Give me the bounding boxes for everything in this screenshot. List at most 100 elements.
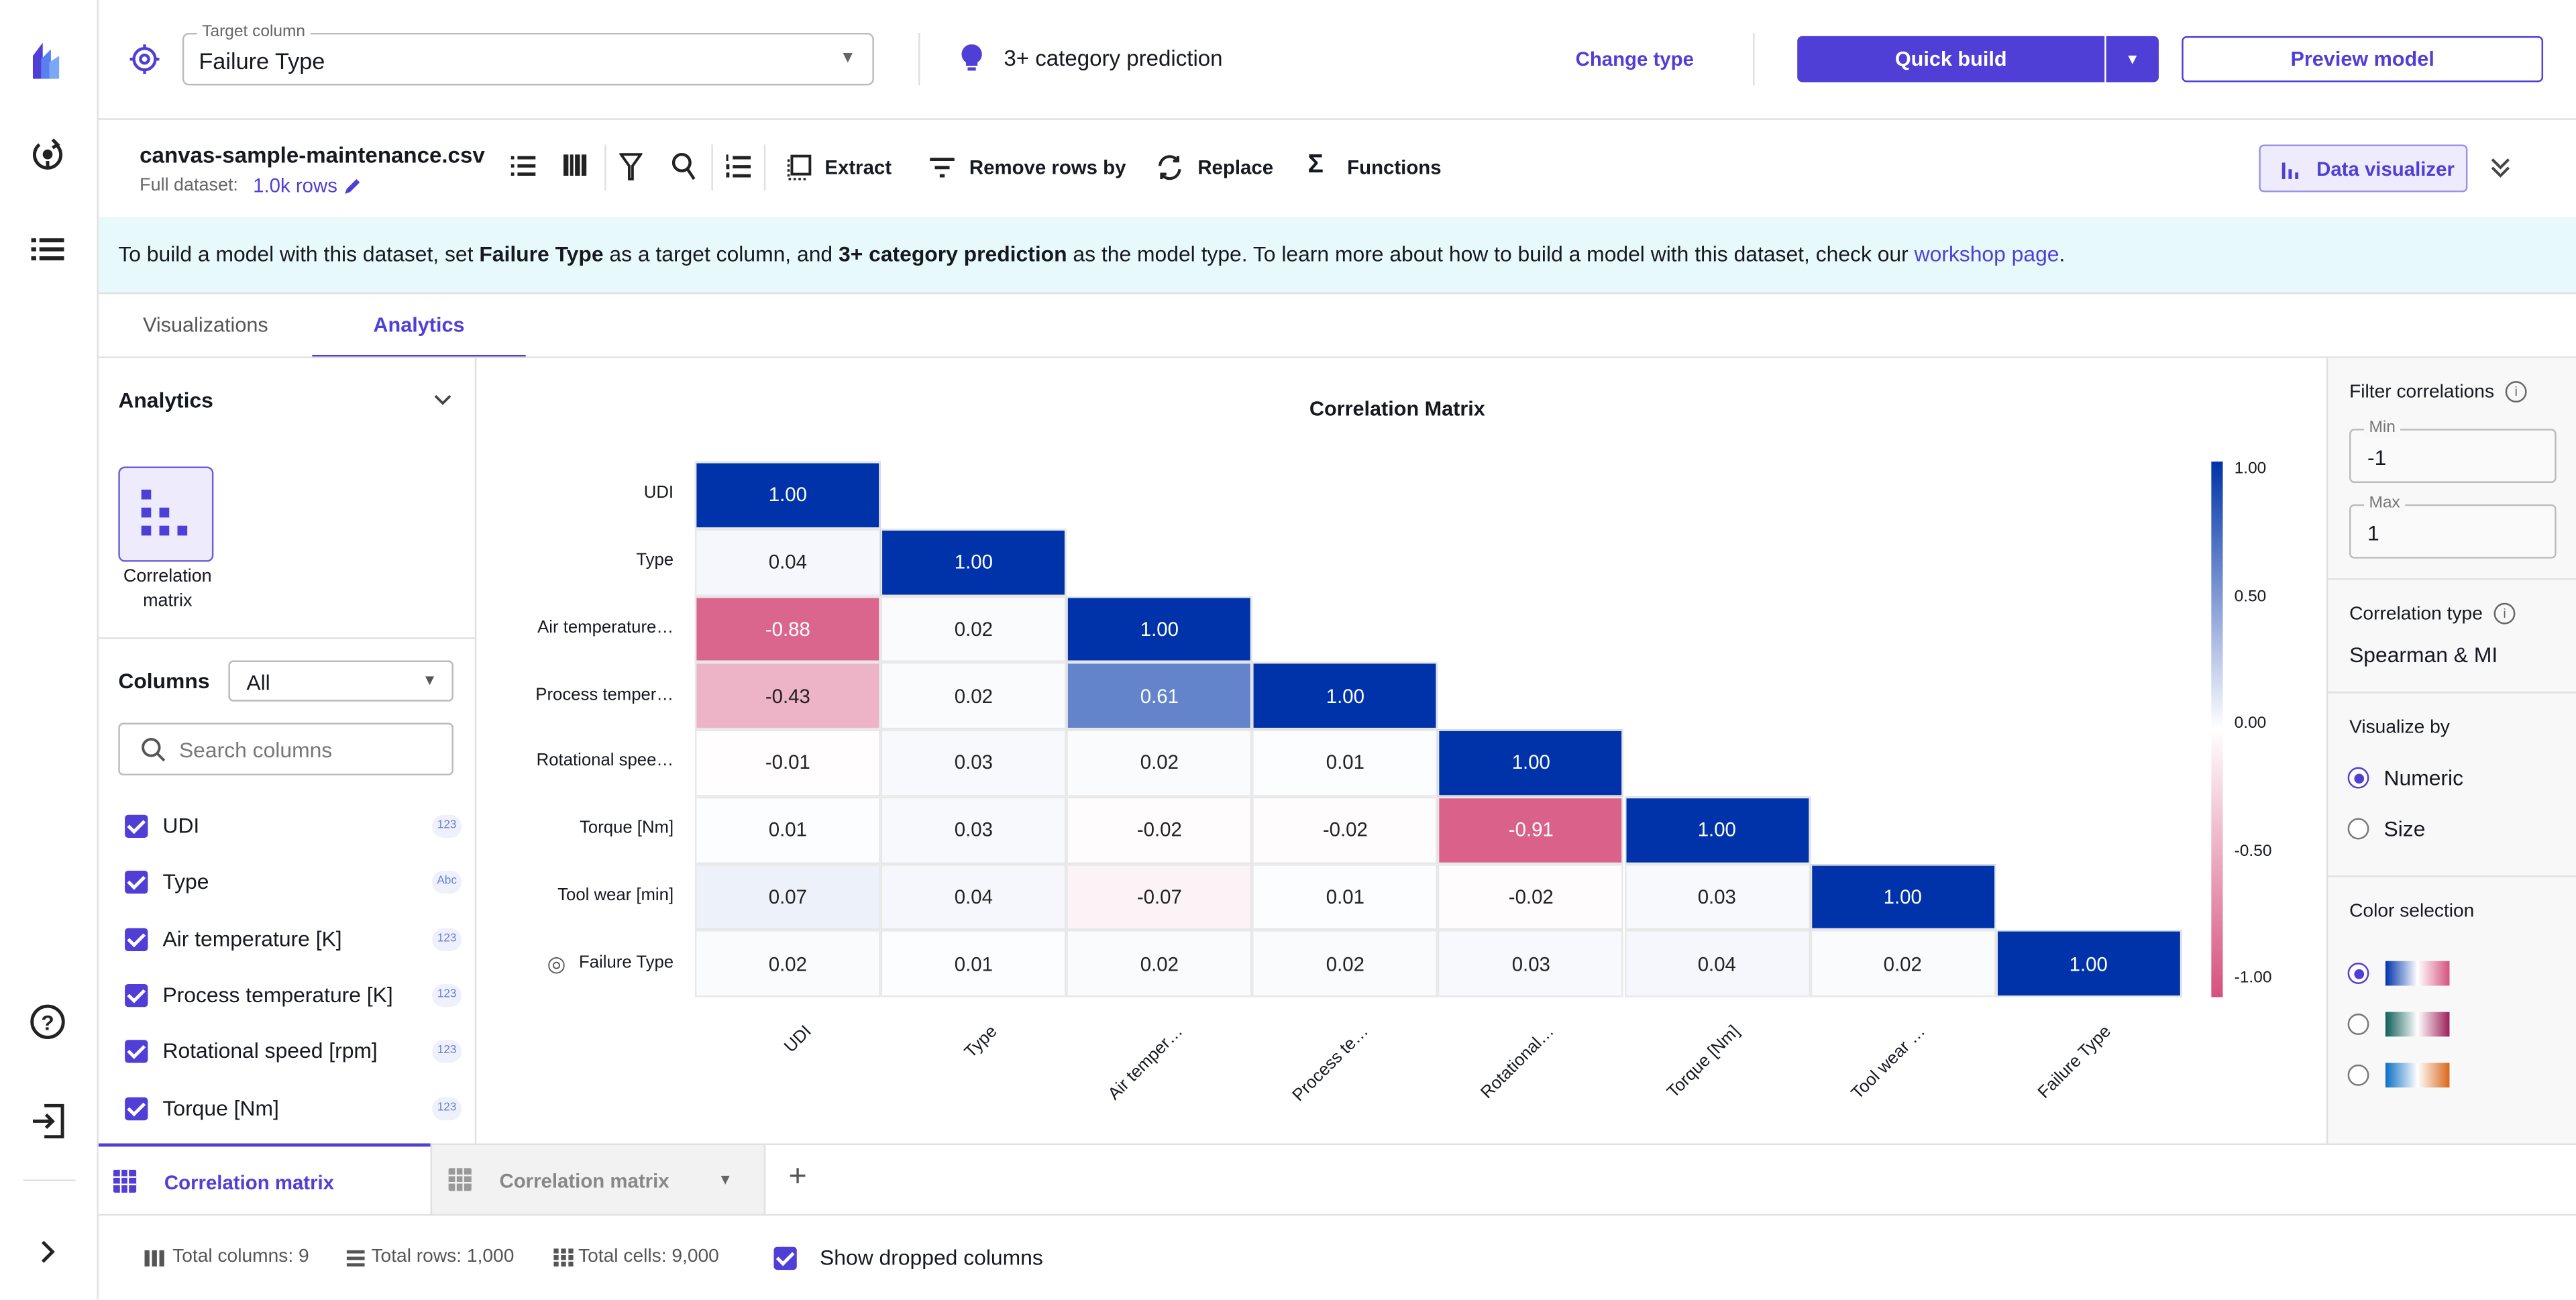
numbered-list-icon[interactable]	[726, 154, 751, 179]
columns-view-icon[interactable]	[564, 154, 587, 176]
filter-icon[interactable]	[619, 153, 643, 181]
column-checkbox[interactable]	[125, 1096, 148, 1120]
caret-down-icon[interactable]: ▼	[718, 1171, 733, 1187]
quick-build-dropdown[interactable]: ▼	[2106, 36, 2159, 83]
add-tab-button[interactable]: +	[789, 1160, 807, 1196]
heatmap-cell[interactable]: -0.88	[694, 595, 881, 663]
heatmap-cell[interactable]: 1.00	[1995, 930, 2182, 997]
remove-rows-icon[interactable]	[930, 158, 955, 178]
heatmap-cell[interactable]: 0.02	[1252, 930, 1438, 997]
datasets-list-icon[interactable]	[31, 238, 64, 261]
help-icon[interactable]: ?	[30, 1004, 66, 1040]
column-checkbox[interactable]	[125, 983, 148, 1007]
heatmap-cell[interactable]: 0.03	[880, 796, 1067, 863]
rows-link[interactable]: 1.0k rows	[253, 174, 337, 197]
sign-out-icon[interactable]	[32, 1103, 66, 1139]
correlation-matrix-card[interactable]	[118, 466, 214, 562]
change-type-button[interactable]: Change type	[1576, 48, 1694, 70]
heatmap-cell[interactable]: 0.02	[880, 662, 1067, 730]
edit-pencil-icon[interactable]	[343, 176, 363, 195]
tab-analytics[interactable]: Analytics	[312, 292, 526, 358]
sigma-icon[interactable]: Σ	[1307, 151, 1324, 180]
replace-icon[interactable]	[1157, 154, 1183, 180]
heatmap-cell[interactable]: 0.07	[694, 863, 881, 930]
heatmap-cell[interactable]: 0.03	[880, 729, 1067, 797]
heatmap-cell[interactable]: 0.61	[1066, 662, 1252, 730]
column-checkbox[interactable]	[125, 871, 148, 894]
color-scheme-swatch[interactable]	[2385, 1012, 2450, 1037]
size-radio[interactable]	[2347, 818, 2369, 840]
bottom-tab-correlation-matrix-2[interactable]: Correlation matrix ▼	[430, 1144, 766, 1216]
data-visualizer-button[interactable]: Data visualizer	[2259, 144, 2468, 193]
model-status-icon[interactable]	[30, 136, 66, 172]
heatmap-cell[interactable]: 0.03	[1438, 930, 1624, 997]
heatmap-cell[interactable]: 1.00	[1438, 729, 1624, 797]
info-icon[interactable]: i	[2493, 602, 2516, 625]
remove-rows-button[interactable]: Remove rows by	[969, 156, 1126, 179]
heatmap-cell[interactable]: 1.00	[1066, 595, 1252, 663]
heatmap-cell[interactable]: 1.00	[1623, 796, 1810, 863]
functions-button[interactable]: Functions	[1347, 156, 1441, 179]
heatmap-cell[interactable]: 0.04	[1623, 930, 1810, 997]
extract-button[interactable]: Extract	[824, 156, 892, 179]
heatmap-cell[interactable]: -0.01	[694, 729, 881, 797]
header-divider	[98, 118, 2576, 120]
heatmap-cell[interactable]: 0.02	[1066, 729, 1252, 797]
color-scheme-radio[interactable]	[2347, 1064, 2369, 1086]
heatmap-cell[interactable]: -0.02	[1066, 796, 1252, 863]
replace-button[interactable]: Replace	[1197, 156, 1273, 179]
color-scheme-swatch[interactable]	[2385, 961, 2450, 986]
heatmap-cell[interactable]: 0.04	[694, 528, 881, 596]
color-scheme-radio[interactable]	[2347, 1014, 2369, 1035]
heatmap-cell[interactable]: 0.04	[880, 863, 1067, 930]
heatmap-cell[interactable]: 0.01	[1252, 863, 1438, 930]
heatmap-cell[interactable]: -0.07	[1066, 863, 1252, 930]
column-checkbox[interactable]	[125, 1040, 148, 1063]
preview-model-button[interactable]: Preview model	[2182, 36, 2544, 83]
heatmap-cell[interactable]: 1.00	[694, 462, 881, 529]
canvas-logo-icon[interactable]	[30, 42, 62, 79]
search-columns-input[interactable]: Search columns	[118, 722, 453, 775]
heatmap-cell[interactable]: 0.01	[694, 796, 881, 863]
heatmap-cell[interactable]: -0.91	[1438, 796, 1624, 863]
heatmap-cell[interactable]: 0.01	[1252, 729, 1438, 797]
heatmap-cell[interactable]: 0.02	[1066, 930, 1252, 997]
chevron-down-icon[interactable]	[434, 394, 452, 408]
columns-filter-select[interactable]: All ▼	[228, 660, 453, 702]
info-icon[interactable]: i	[2505, 381, 2527, 403]
heatmap-cell[interactable]: 0.02	[694, 930, 881, 997]
column-type-badge: 123	[432, 814, 462, 838]
column-checkbox[interactable]	[125, 814, 148, 838]
heatmap-cell[interactable]: 1.00	[880, 528, 1067, 596]
numeric-radio[interactable]	[2347, 767, 2369, 789]
search-icon	[142, 738, 166, 762]
color-selection-title: Color selection	[2349, 902, 2475, 922]
show-dropped-columns-checkbox[interactable]	[773, 1246, 797, 1270]
search-icon[interactable]	[672, 153, 697, 181]
heatmap-cell[interactable]: 0.02	[880, 595, 1067, 663]
chevron-down-icon: ▼	[422, 671, 437, 689]
target-icon	[129, 44, 160, 74]
heatmap-cell[interactable]: 0.02	[1809, 930, 1996, 997]
tab-visualizations[interactable]: Visualizations	[143, 314, 268, 337]
heatmap-cell[interactable]: -0.02	[1438, 863, 1624, 930]
column-checkbox[interactable]	[125, 927, 148, 951]
color-scheme-swatch[interactable]	[2385, 1063, 2450, 1088]
color-scheme-radio[interactable]	[2347, 963, 2369, 984]
heatmap-cell[interactable]: 1.00	[1252, 662, 1438, 730]
workshop-page-link[interactable]: workshop page	[1915, 241, 2059, 266]
heatmap-cell[interactable]: 1.00	[1809, 863, 1996, 930]
max-input[interactable]: Max 1	[2349, 494, 2557, 559]
rows-view-icon[interactable]	[511, 156, 536, 176]
quick-build-button[interactable]: Quick build	[1797, 36, 2105, 83]
bottom-tab-correlation-matrix-1[interactable]: Correlation matrix	[98, 1143, 431, 1216]
heatmap-cell[interactable]: 0.03	[1623, 863, 1810, 930]
min-input[interactable]: Min -1	[2349, 419, 2557, 484]
heatmap-cell[interactable]: -0.43	[694, 662, 881, 730]
target-column-select[interactable]: Target column Failure Type ▼	[182, 23, 874, 86]
extract-icon[interactable]	[787, 154, 812, 180]
collapse-double-chevron-icon[interactable]	[2491, 156, 2510, 179]
heatmap-cell[interactable]: -0.02	[1252, 796, 1438, 863]
heatmap-cell[interactable]: 0.01	[880, 930, 1067, 997]
expand-chevron-icon[interactable]	[40, 1239, 56, 1265]
